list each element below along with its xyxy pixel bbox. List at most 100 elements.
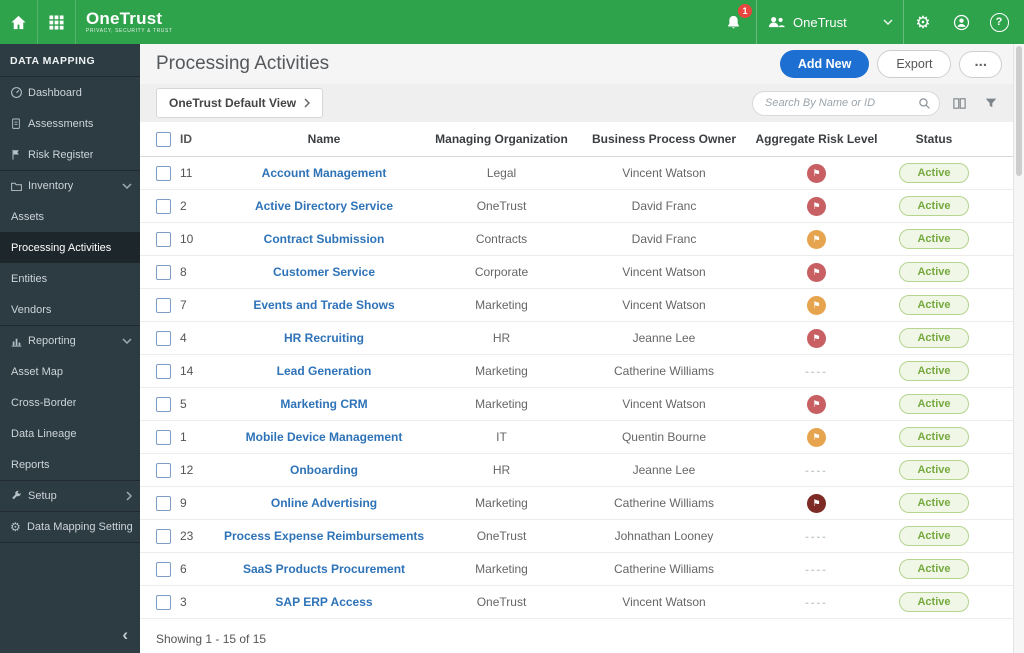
row-managing-organization: Corporate [474,265,529,279]
row-name-link[interactable]: Marketing CRM [280,397,367,411]
row-checkbox[interactable] [156,429,171,445]
collapse-sidebar-button[interactable]: ‹ [122,625,128,645]
page-title: Processing Activities [156,53,330,74]
sidebar-item-asset-map[interactable]: Asset Map [0,356,140,387]
row-checkbox[interactable] [156,231,171,247]
sidebar-item-data-mapping-settings[interactable]: ⚙ Data Mapping Settings [0,511,140,542]
row-name-link[interactable]: Onboarding [290,463,358,477]
sidebar-item-setup[interactable]: Setup [0,480,140,511]
row-checkbox[interactable] [156,330,171,346]
row-name-link[interactable]: Process Expense Reimbursements [224,529,424,543]
row-business-process-owner: Vincent Watson [622,265,706,279]
page-header: Processing Activities Add New Export ... [140,44,1014,84]
sidebar-item-label: Data Lineage [11,427,77,440]
sidebar-item-reports[interactable]: Reports [0,449,140,480]
sidebar-section-title: DATA MAPPING [0,44,140,77]
status-badge: Active [899,427,969,447]
row-name-link[interactable]: Customer Service [273,265,375,279]
row-checkbox[interactable] [156,165,171,181]
more-actions-button[interactable]: ... [959,50,1002,78]
table-row: 2 Active Directory Service OneTrust David F… [140,190,1014,223]
sidebar-item-risk-register[interactable]: Risk Register [0,139,140,170]
sidebar-item-data-lineage[interactable]: Data Lineage [0,418,140,449]
export-button[interactable]: Export [877,50,952,78]
row-checkbox[interactable] [156,594,171,610]
notifications-button[interactable]: 1 [714,0,752,44]
risk-level-none: ---- [805,597,828,609]
sidebar-item-processing-activities[interactable]: Processing Activities [0,232,140,263]
row-business-process-owner: Vincent Watson [622,298,706,312]
row-name-link[interactable]: SaaS Products Procurement [243,562,405,576]
column-header-aggregate-risk-level[interactable]: Aggregate Risk Level [749,132,884,146]
row-name-link[interactable]: Lead Generation [277,364,372,378]
row-managing-organization: HR [492,463,511,477]
row-name-link[interactable]: SAP ERP Access [275,595,372,609]
column-header-business-process-owner[interactable]: Business Process Owner [579,132,749,146]
column-header-id[interactable]: ID [180,132,224,146]
row-checkbox[interactable] [156,297,171,313]
select-all-checkbox[interactable] [156,131,171,147]
help-button[interactable]: ? [980,0,1018,44]
org-selector-label: OneTrust [793,14,847,30]
row-business-process-owner: Catherine Williams [613,562,715,576]
risk-flag-icon: ⚑ [807,394,826,414]
sidebar-item-cross-border[interactable]: Cross-Border [0,387,140,418]
row-business-process-owner: David Franc [631,199,697,213]
filter-button[interactable] [978,90,1004,116]
row-name-link[interactable]: Mobile Device Management [246,430,403,444]
row-checkbox[interactable] [156,561,171,577]
sidebar-item-reporting[interactable]: Reporting [0,325,140,356]
view-selector-button[interactable]: OneTrust Default View [156,88,324,118]
row-name-link[interactable]: Events and Trade Shows [253,298,394,312]
status-badge: Active [899,592,969,612]
status-badge: Active [899,328,969,348]
scrollbar-thumb[interactable] [1016,46,1022,176]
status-badge: Active [899,361,969,381]
add-new-button[interactable]: Add New [779,50,870,78]
sidebar-item-entities[interactable]: Entities [0,263,140,294]
row-name-link[interactable]: Active Directory Service [255,199,393,213]
org-selector[interactable]: OneTrust [756,0,904,44]
account-button[interactable] [942,0,980,44]
sidebar-item-inventory[interactable]: Inventory [0,170,140,201]
app-launcher-button[interactable] [38,0,76,44]
home-button[interactable] [0,0,38,44]
column-header-name[interactable]: Name [224,132,424,146]
row-name-link[interactable]: HR Recruiting [284,331,364,345]
search-input[interactable] [752,90,940,116]
row-checkbox[interactable] [156,462,171,478]
row-checkbox[interactable] [156,528,171,544]
chevron-down-icon [122,183,132,190]
grid-icon [49,14,64,30]
row-checkbox[interactable] [156,495,171,511]
row-business-process-owner: Vincent Watson [622,166,706,180]
sidebar-item-assets[interactable]: Assets [0,201,140,232]
notification-badge: 1 [738,4,752,18]
row-managing-organization: Marketing [475,496,528,510]
risk-flag-icon: ⚑ [807,427,826,447]
row-managing-organization: Marketing [475,562,528,576]
sidebar-item-assessments[interactable]: Assessments [0,108,140,139]
row-name-link[interactable]: Online Advertising [271,496,377,510]
app-window: OneTrust PRIVACY, SECURITY & TRUST 1 One… [0,0,1024,653]
row-checkbox[interactable] [156,264,171,280]
sidebar-item-vendors[interactable]: Vendors [0,294,140,325]
platform-settings-button[interactable]: ⚙ [904,0,942,44]
chevron-down-icon [883,19,893,25]
sidebar-item-label: Entities [11,272,48,285]
scrollbar[interactable] [1013,44,1024,653]
row-checkbox[interactable] [156,198,171,214]
column-header-status[interactable]: Status [884,132,984,146]
row-checkbox[interactable] [156,363,171,379]
table-row: 5 Marketing CRM Marketing Vincent Watson ⚑ Ac… [140,388,1014,421]
columns-button[interactable] [946,90,972,116]
sidebar-item-dashboard[interactable]: Dashboard [0,77,140,108]
row-managing-organization: Legal [486,166,517,180]
table-row: 11 Account Management Legal Vincent Watson ⚑… [140,157,1014,190]
column-header-managing-organization[interactable]: Managing Organization [424,132,579,146]
row-name-link[interactable]: Account Management [262,166,387,180]
row-name-link[interactable]: Contract Submission [264,232,385,246]
row-checkbox[interactable] [156,396,171,412]
row-business-process-owner: Catherine Williams [613,496,715,510]
toolbar-right [752,90,1004,116]
